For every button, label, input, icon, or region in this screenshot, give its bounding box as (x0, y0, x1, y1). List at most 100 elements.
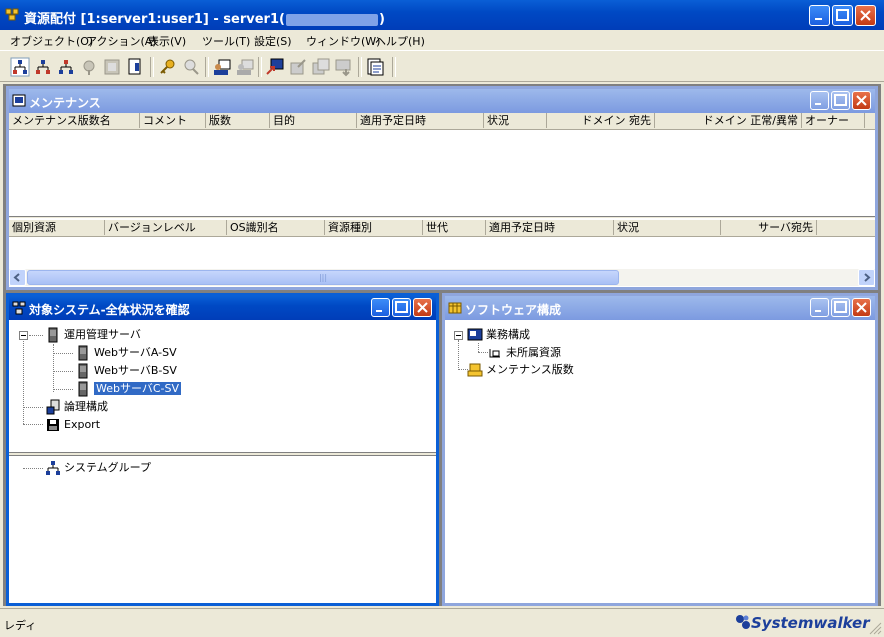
target-system-title-bar[interactable]: 対象システム-全体状況を確認 (9, 296, 436, 320)
horizontal-scrollbar[interactable]: ||| (9, 269, 875, 286)
server-icon (78, 345, 88, 361)
col-domain-ok[interactable]: ドメイン 正常/異常 (655, 113, 802, 128)
toolbar-separator (258, 57, 262, 77)
software-icon (448, 302, 462, 314)
col-version-level[interactable]: バージョンレベル (105, 220, 227, 235)
close-button[interactable] (855, 5, 876, 26)
tree-line (23, 424, 43, 425)
tree-node-mgmt-server[interactable]: 運用管理サーバ (45, 327, 141, 343)
col-resource-type[interactable]: 資源種別 (325, 220, 423, 235)
col-comment[interactable]: コメント (140, 113, 206, 128)
menu-tools[interactable]: ツール(T) (202, 33, 250, 49)
scroll-right-button[interactable] (858, 269, 875, 286)
disabled2-icon[interactable] (102, 57, 122, 77)
system-tree-icon (12, 301, 26, 315)
splitter[interactable] (9, 452, 436, 456)
user-monitor-icon[interactable] (212, 57, 232, 77)
col-status2[interactable]: 状況 (614, 220, 721, 235)
arrow-send-icon[interactable] (265, 57, 285, 77)
network-red-icon[interactable] (10, 57, 30, 77)
software-minimize-button[interactable] (810, 298, 829, 317)
floppy-icon (47, 419, 59, 431)
maximize-button[interactable] (832, 5, 853, 26)
tree-node-unassigned[interactable]: 未所属資源 (487, 345, 561, 361)
tree-line (23, 407, 43, 408)
tree-node-system-group[interactable]: システムグループ (45, 460, 151, 476)
tree-node-webserver-c[interactable]: WebサーバC-SV (75, 381, 182, 397)
menu-help[interactable]: ヘルプ(H) (375, 33, 425, 49)
disabled-icon[interactable] (79, 57, 99, 77)
col-owner[interactable]: オーナー (802, 113, 865, 128)
disabled-dl-icon[interactable] (334, 57, 354, 77)
target-close-button[interactable] (413, 298, 432, 317)
menu-action[interactable]: アクション(A) (86, 33, 157, 49)
toolbar-separator (205, 57, 209, 77)
app-title: 資源配付 [1:server1:user1] - server1() (24, 12, 385, 27)
target-system-window[interactable]: 対象システム-全体状況を確認 運用管理サーバ WebサーバA-SV Webサーバ… (6, 293, 439, 606)
col-generation[interactable]: 世代 (423, 220, 486, 235)
col-maint-name[interactable]: メンテナンス版数名 (9, 113, 140, 128)
menu-view[interactable]: 表示(V) (148, 33, 186, 49)
col-scheduled2[interactable]: 適用予定日時 (486, 220, 614, 235)
maintenance-title-bar[interactable]: メンテナンス (9, 89, 875, 113)
maintenance-title: メンテナンス (29, 96, 101, 110)
menu-settings[interactable]: 設定(S) (254, 33, 292, 49)
software-close-button[interactable] (852, 298, 871, 317)
software-title-bar[interactable]: ソフトウェア構成 (445, 296, 875, 320)
tree-node-webserver-b[interactable]: WebサーバB-SV (75, 363, 177, 379)
resource-header: 個別資源 バージョンレベル OS識別名 資源種別 世代 適用予定日時 状況 サー… (9, 220, 875, 237)
maintenance-minimize-button[interactable] (810, 91, 829, 110)
collapse-toggle[interactable] (19, 331, 28, 340)
logical-config-icon (46, 399, 60, 415)
target-maximize-button[interactable] (392, 298, 411, 317)
server-icon (48, 327, 58, 343)
network-group-icon (46, 461, 60, 475)
col-purpose[interactable]: 目的 (270, 113, 357, 128)
maintenance-close-button[interactable] (852, 91, 871, 110)
network-blue-icon[interactable] (56, 57, 76, 77)
menu-object[interactable]: オブジェクト(O) (10, 33, 93, 49)
network-red2-icon[interactable] (33, 57, 53, 77)
server-icon (78, 381, 88, 397)
brand-logo: Systemwalker (751, 614, 870, 632)
tree-line (53, 353, 73, 354)
document-icon[interactable] (125, 57, 145, 77)
server-icon (78, 363, 88, 379)
maintenance-window[interactable]: メンテナンス メンテナンス版数名 コメント 版数 目的 適用予定日時 状況 ドメ… (6, 86, 878, 290)
toolbar-separator (150, 57, 154, 77)
resize-grip-icon[interactable] (868, 621, 882, 635)
tree-node-business[interactable]: 業務構成 (467, 327, 530, 343)
app-icon (5, 8, 19, 21)
minimize-button[interactable] (809, 5, 830, 26)
tree-node-maint-version[interactable]: メンテナンス版数 (467, 362, 574, 378)
maintenance-maximize-button[interactable] (831, 91, 850, 110)
disabled-search-icon[interactable] (181, 57, 201, 77)
scroll-left-button[interactable] (9, 269, 26, 286)
scroll-thumb[interactable]: ||| (27, 270, 619, 285)
col-status[interactable]: 状況 (484, 113, 547, 128)
col-resource[interactable]: 個別資源 (9, 220, 105, 235)
col-scheduled[interactable]: 適用予定日時 (357, 113, 484, 128)
status-bar: レディ Systemwalker (0, 608, 884, 637)
software-maximize-button[interactable] (831, 298, 850, 317)
app-title-bar[interactable]: 資源配付 [1:server1:user1] - server1() (0, 0, 884, 30)
key-icon[interactable] (158, 57, 178, 77)
disabled-edit-icon[interactable] (288, 57, 308, 77)
tree-node-export[interactable]: Export (45, 417, 100, 433)
software-title: ソフトウェア構成 (465, 303, 562, 317)
splitter[interactable] (9, 216, 875, 218)
col-os-name[interactable]: OS識別名 (227, 220, 325, 235)
disabled-user-icon[interactable] (235, 57, 255, 77)
collapse-toggle[interactable] (454, 331, 463, 340)
tree-node-webserver-a[interactable]: WebサーバA-SV (75, 345, 177, 361)
tree-line (478, 343, 479, 352)
disabled-copy-icon[interactable] (311, 57, 331, 77)
software-window[interactable]: ソフトウェア構成 業務構成 未所属資源 メンテナンス版数 (442, 293, 878, 606)
col-version[interactable]: 版数 (206, 113, 270, 128)
col-server-dest[interactable]: サーバ宛先 (721, 220, 817, 235)
tree-node-logical[interactable]: 論理構成 (45, 399, 108, 415)
menu-window[interactable]: ウィンドウ(W) (306, 33, 380, 49)
target-minimize-button[interactable] (371, 298, 390, 317)
report-icon[interactable] (365, 57, 385, 77)
col-domain-dest[interactable]: ドメイン 宛先 (547, 113, 655, 128)
